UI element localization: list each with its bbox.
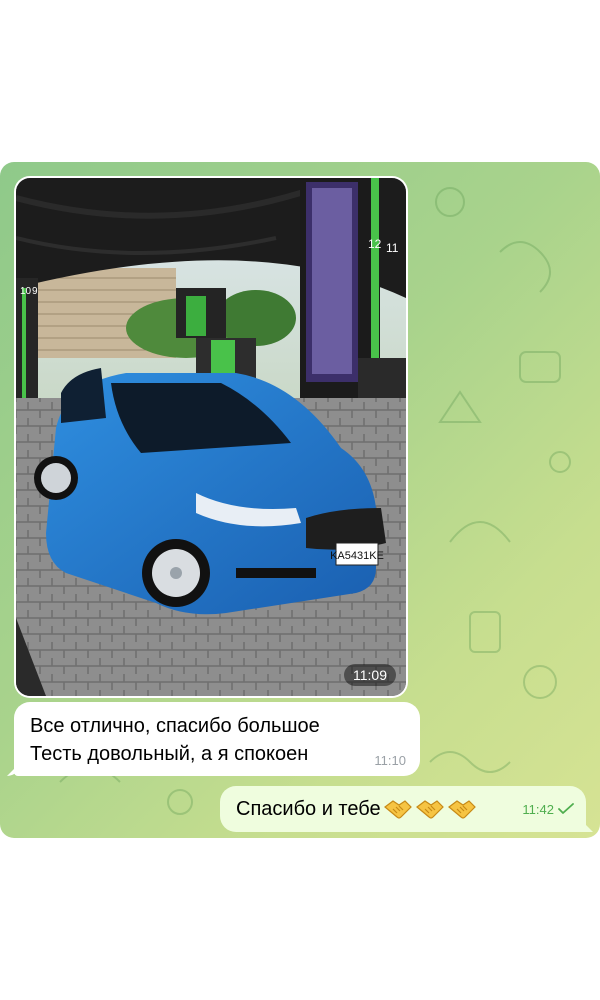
license-plate-text: KA5431KE [330, 550, 384, 562]
handshake-icon [447, 800, 476, 819]
emoji-group [383, 797, 477, 821]
handshake-icon [383, 800, 412, 819]
car-photo[interactable]: KA5431KE 12 11 10 9 11:09 [16, 178, 406, 696]
message-line: Все отлично, спасибо большое [30, 715, 320, 737]
outgoing-message-bubble[interactable]: Спасибо и тебе 11:42 [220, 786, 586, 832]
chat-background: KA5431KE 12 11 10 9 11:09 Все отлично, с… [0, 162, 600, 838]
photo-timestamp: 11:09 [344, 664, 396, 686]
outgoing-timestamp: 11:42 [522, 801, 554, 817]
incoming-timestamp: 11:10 [374, 753, 406, 768]
handshake-icon [415, 800, 444, 819]
pump-number: 10 [20, 286, 32, 297]
incoming-message-bubble[interactable]: Все отлично, спасибо большое Тесть довол… [14, 702, 420, 776]
outgoing-meta: 11:42 [522, 802, 574, 817]
check-icon [558, 803, 574, 814]
car-photo-image: KA5431KE 12 11 10 9 [16, 178, 406, 696]
pump-number: 11 [386, 241, 399, 255]
message-line: Тесть довольный, а я спокоен [30, 743, 309, 765]
outgoing-message-text: Спасибо и тебе [236, 797, 381, 820]
pump-number: 9 [32, 286, 38, 297]
photo-message[interactable]: KA5431KE 12 11 10 9 11:09 [14, 176, 408, 698]
pump-number: 12 [368, 237, 382, 251]
